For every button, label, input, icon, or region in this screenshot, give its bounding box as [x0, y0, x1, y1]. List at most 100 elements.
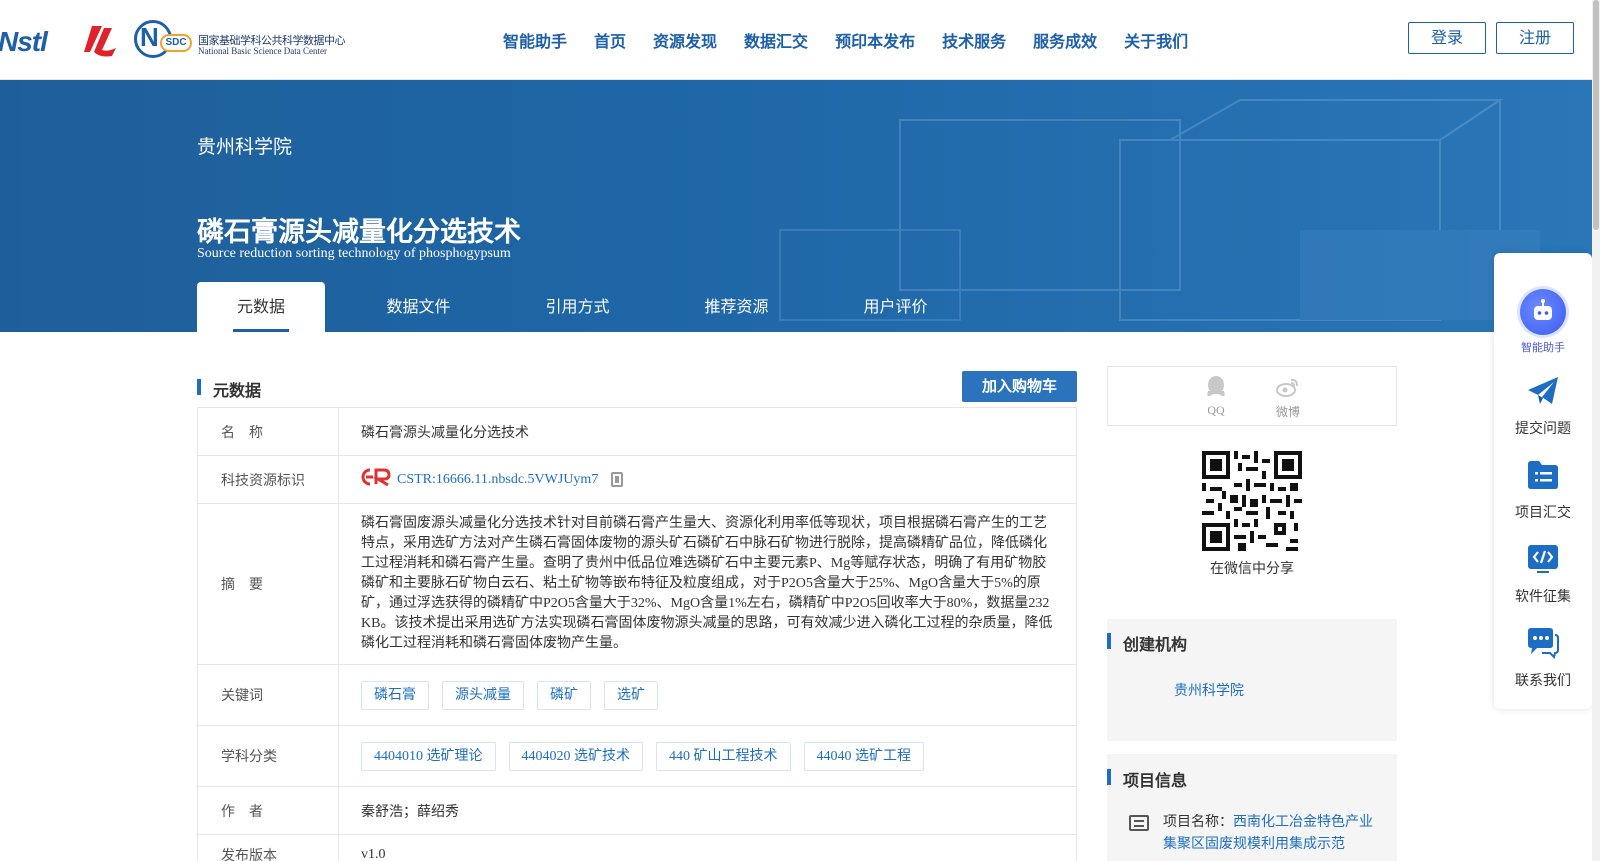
keywords-value: 磷石膏 源头减量 磷矿 选矿	[339, 665, 1076, 725]
robot-icon	[1520, 289, 1566, 335]
cstr-mark-icon	[361, 468, 391, 487]
version-label: 发布版本	[198, 835, 339, 861]
nav-tech-service[interactable]: 技术服务	[942, 28, 1006, 52]
subject-value: 4404010 选矿理论 4404020 选矿技术 440 矿山工程技术 440…	[339, 726, 1076, 786]
floating-toolbar: 智能助手 提交问题 项目汇交 软件征集 联系我们	[1494, 253, 1592, 709]
share-box: QQ 微博	[1107, 366, 1397, 426]
table-row: 关键词 磷石膏 源头减量 磷矿 选矿	[198, 665, 1076, 726]
subject-label: 学科分类	[198, 726, 339, 786]
org-section-title: 创建机构	[1107, 631, 1187, 655]
keyword-tag[interactable]: 源头减量	[442, 680, 524, 710]
table-row: 作 者 秦舒浩；薛绍秀	[198, 787, 1076, 835]
float-submit-label: 提交问题	[1515, 421, 1571, 437]
qq-icon	[1207, 376, 1225, 397]
version-value: v1.0	[361, 846, 386, 861]
nsdc-logo[interactable]: N SDC 国家基础学科公共科学数据中心 National Basic Scie…	[134, 20, 350, 60]
float-submit-question[interactable]: 提交问题	[1494, 375, 1592, 438]
subject-tag[interactable]: 44040 选矿工程	[803, 741, 924, 771]
resource-tabs: 元数据 数据文件 引用方式 推荐资源 用户评价	[197, 282, 975, 332]
banner-org: 贵州科学院	[197, 136, 293, 158]
float-ai-label: 智能助手	[1521, 341, 1565, 354]
table-row: 学科分类 4404010 选矿理论 4404020 选矿技术 440 矿山工程技…	[198, 726, 1076, 787]
copy-icon[interactable]	[611, 472, 624, 487]
name-label: 名 称	[198, 408, 339, 455]
register-button[interactable]: 注册	[1496, 22, 1574, 54]
nav-service-effect[interactable]: 服务成效	[1033, 28, 1097, 52]
nstl-logo[interactable]: Nstl	[0, 26, 48, 58]
tab-metadata[interactable]: 元数据	[197, 282, 325, 332]
subject-tag[interactable]: 440 矿山工程技术	[656, 741, 791, 771]
keyword-tag[interactable]: 磷矿	[537, 680, 591, 710]
chat-icon	[1528, 628, 1559, 659]
cstr-link[interactable]: CSTR:16666.11.nbsdc.5VWJUym7	[397, 472, 598, 488]
project-info: 项目名称：西南化工冶金特色产业集聚区固废规模利用集成示范	[1163, 812, 1383, 856]
name-value: 磷石膏源头减量化分选技术	[361, 425, 529, 441]
folder-list-icon	[1528, 461, 1558, 489]
table-row: 科技资源标识 CSTR:16666.11.nbsdc.5VWJUym7	[198, 456, 1076, 504]
cstr-logo-icon	[361, 468, 391, 491]
top-header: Nstl N SDC 国家基础学科公共科学数据中心 National Basic…	[0, 0, 1600, 80]
keyword-tag[interactable]: 磷石膏	[361, 680, 429, 710]
code-icon	[1528, 545, 1558, 573]
abstract-label: 摘 要	[198, 504, 339, 664]
project-label: 项目名称：	[1163, 815, 1233, 830]
table-row: 摘 要 磷石膏固废源头减量化分选技术针对目前磷石膏产生量大、资源化利用率低等现状…	[198, 504, 1076, 665]
scrollbar-thumb[interactable]	[1593, 0, 1599, 230]
institution-logo-icon[interactable]	[82, 22, 120, 58]
tab-recommended[interactable]: 推荐资源	[657, 282, 816, 332]
share-qq-label: QQ	[1207, 403, 1225, 417]
org-card: 创建机构 贵州科学院	[1107, 619, 1397, 741]
keywords-label: 关键词	[198, 665, 339, 725]
page: Nstl N SDC 国家基础学科公共科学数据中心 National Basic…	[0, 0, 1600, 861]
nsdc-badge: SDC	[160, 34, 192, 52]
paper-plane-icon	[1528, 377, 1558, 404]
share-weibo[interactable]: 微博	[1268, 375, 1308, 420]
author-label: 作 者	[198, 787, 339, 834]
project-card-icon	[1129, 815, 1149, 831]
nav-about[interactable]: 关于我们	[1124, 28, 1188, 52]
cstr-value-cell: CSTR:16666.11.nbsdc.5VWJUym7	[339, 456, 1076, 503]
table-row: 发布版本 v1.0	[198, 835, 1076, 861]
metadata-section-title: 元数据	[197, 377, 261, 401]
float-project-label: 项目汇交	[1515, 505, 1571, 521]
float-project-submission[interactable]: 项目汇交	[1494, 459, 1592, 522]
project-card: 项目信息 项目名称：西南化工冶金特色产业集聚区固废规模利用集成示范	[1107, 754, 1397, 861]
author-value: 秦舒浩；薛绍秀	[361, 804, 459, 820]
wechat-qr-code	[1202, 451, 1302, 551]
project-section-title: 项目信息	[1107, 767, 1187, 791]
tab-data-files[interactable]: 数据文件	[339, 282, 498, 332]
nsdc-n-icon: N	[140, 22, 159, 52]
nav-preprint[interactable]: 预印本发布	[835, 28, 915, 52]
cstr-label: 科技资源标识	[198, 456, 339, 503]
login-button[interactable]: 登录	[1408, 22, 1486, 54]
share-qq[interactable]: QQ	[1196, 375, 1236, 418]
abstract-value: 磷石膏固废源头减量化分选技术针对目前磷石膏产生量大、资源化利用率低等现状，项目根…	[361, 516, 1053, 651]
nav-home[interactable]: 首页	[594, 28, 626, 52]
subject-tag[interactable]: 4404020 选矿技术	[508, 741, 643, 771]
tab-citation[interactable]: 引用方式	[498, 282, 657, 332]
float-ai-assistant[interactable]: 智能助手	[1494, 289, 1592, 355]
tab-user-reviews[interactable]: 用户评价	[816, 282, 975, 332]
qr-caption: 在微信中分享	[1210, 562, 1294, 577]
metadata-table: 名 称 磷石膏源头减量化分选技术 科技资源标识 CSTR:16666.11.nb…	[197, 407, 1077, 861]
resource-title-en: Source reduction sorting technology of p…	[197, 246, 511, 261]
nav-resource-discovery[interactable]: 资源发现	[653, 28, 717, 52]
nav-data-submission[interactable]: 数据汇交	[744, 28, 808, 52]
page-scrollbar[interactable]	[1592, 0, 1600, 861]
float-contact-us[interactable]: 联系我们	[1494, 627, 1592, 690]
keyword-tag[interactable]: 选矿	[604, 680, 658, 710]
float-software-collection[interactable]: 软件征集	[1494, 543, 1592, 606]
table-row: 名 称 磷石膏源头减量化分选技术	[198, 408, 1076, 456]
main-nav: 智能助手 首页 资源发现 数据汇交 预印本发布 技术服务 服务成效 关于我们	[503, 28, 1215, 52]
org-link[interactable]: 贵州科学院	[1174, 680, 1244, 700]
resource-banner: 贵州科学院 磷石膏源头减量化分选技术 Source reduction sort…	[0, 80, 1600, 332]
weibo-icon	[1276, 378, 1298, 397]
subject-tag[interactable]: 4404010 选矿理论	[361, 741, 496, 771]
float-contact-label: 联系我们	[1515, 673, 1571, 689]
float-software-label: 软件征集	[1515, 589, 1571, 605]
nsdc-name-en: National Basic Science Data Center	[198, 46, 327, 56]
nav-ai-assistant[interactable]: 智能助手	[503, 28, 567, 52]
resource-title-cn: 磷石膏源头减量化分选技术	[197, 217, 521, 248]
share-weibo-label: 微博	[1275, 405, 1300, 419]
add-to-cart-button[interactable]: 加入购物车	[962, 371, 1077, 402]
